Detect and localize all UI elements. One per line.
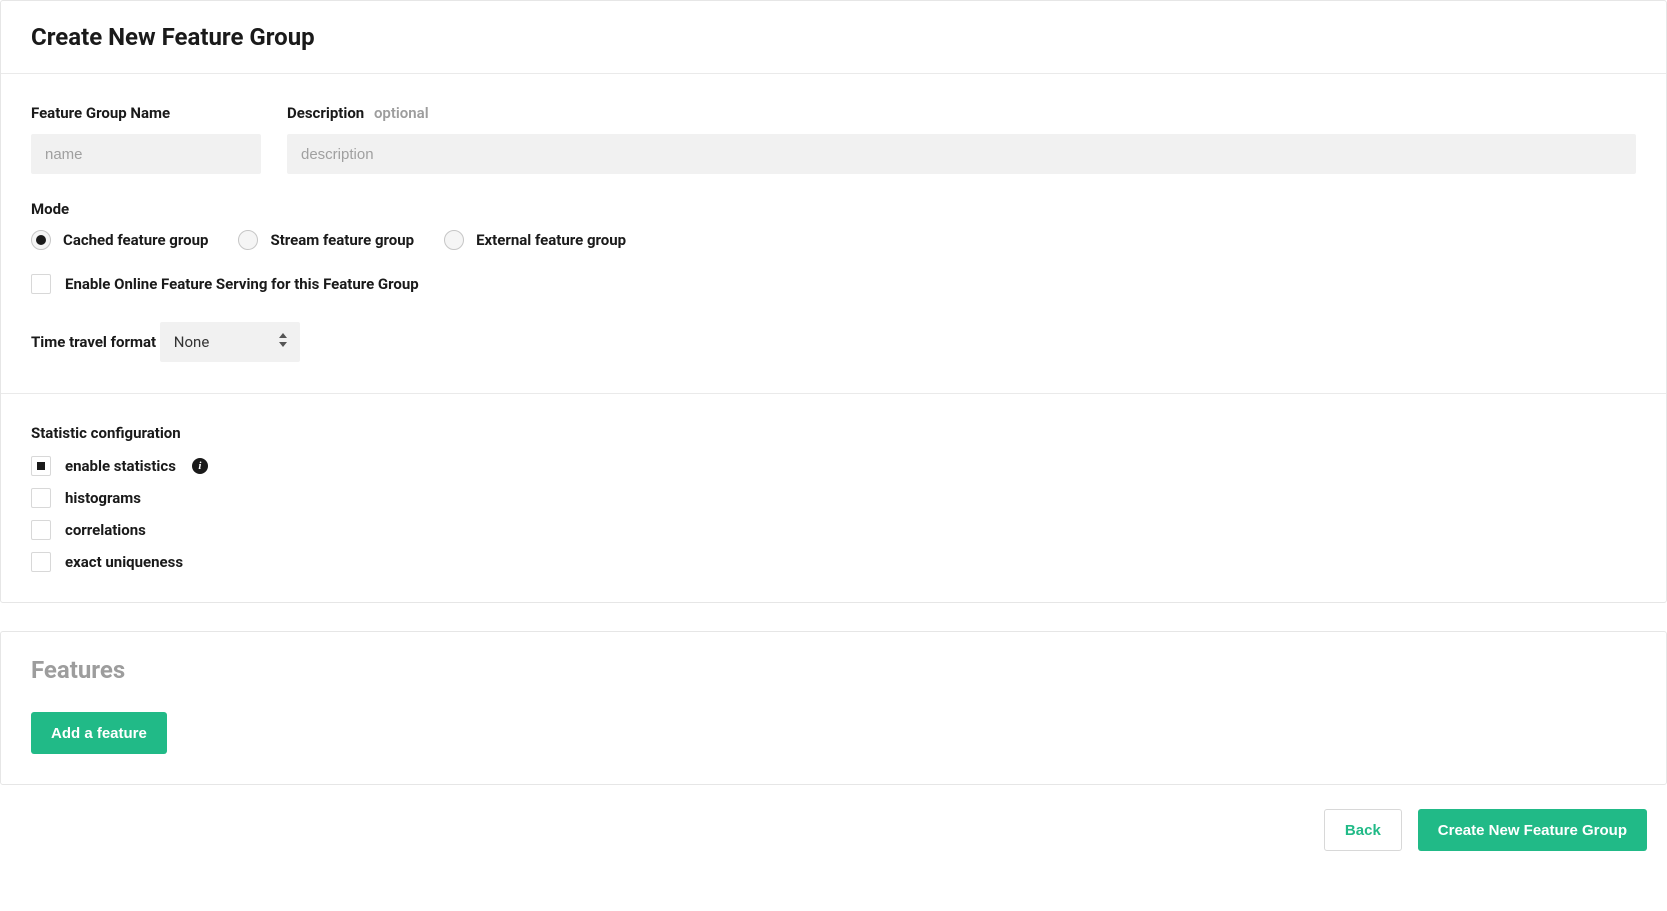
fg-desc-optional-tag: optional: [374, 104, 429, 122]
stat-exact-uniqueness[interactable]: exact uniqueness: [31, 552, 1636, 572]
fg-desc-label: Description: [287, 104, 364, 122]
mode-option-stream[interactable]: Stream feature group: [238, 230, 414, 250]
chevron-updown-icon: [278, 333, 288, 351]
stat-correlations[interactable]: correlations: [31, 520, 1636, 540]
radio-icon: [238, 230, 258, 250]
create-feature-group-card: Create New Feature Group Feature Group N…: [0, 0, 1667, 603]
fg-desc-input[interactable]: [287, 134, 1636, 174]
radio-icon: [444, 230, 464, 250]
stat-enable-statistics[interactable]: enable statistics i: [31, 456, 1636, 476]
create-feature-group-button[interactable]: Create New Feature Group: [1418, 809, 1647, 851]
mode-radio-group: Cached feature group Stream feature grou…: [31, 230, 1636, 250]
stat-label: exact uniqueness: [65, 553, 183, 571]
checkbox-icon: [31, 520, 51, 540]
info-icon[interactable]: i: [192, 458, 208, 474]
features-title: Features: [31, 656, 1636, 684]
page-title: Create New Feature Group: [31, 23, 1636, 51]
mode-option-cached[interactable]: Cached feature group: [31, 230, 208, 250]
mode-label: Mode: [31, 200, 69, 218]
mode-option-label: External feature group: [476, 231, 626, 249]
enable-online-label: Enable Online Feature Serving for this F…: [65, 275, 419, 293]
time-travel-value: None: [174, 333, 210, 351]
checkbox-icon: [31, 456, 51, 476]
stat-histograms[interactable]: histograms: [31, 488, 1636, 508]
checkbox-icon: [31, 274, 51, 294]
add-feature-button[interactable]: Add a feature: [31, 712, 167, 754]
enable-online-row[interactable]: Enable Online Feature Serving for this F…: [31, 274, 1636, 294]
radio-icon: [31, 230, 51, 250]
mode-option-label: Cached feature group: [63, 231, 208, 249]
stats-heading: Statistic configuration: [31, 424, 1636, 442]
back-button[interactable]: Back: [1324, 809, 1402, 851]
fg-name-input[interactable]: [31, 134, 261, 174]
mode-option-external[interactable]: External feature group: [444, 230, 626, 250]
checkbox-icon: [31, 488, 51, 508]
stat-label: enable statistics: [65, 457, 176, 475]
checkbox-icon: [31, 552, 51, 572]
fg-name-label: Feature Group Name: [31, 104, 170, 122]
mode-option-label: Stream feature group: [270, 231, 414, 249]
time-travel-label: Time travel format: [31, 333, 156, 351]
stats-section: Statistic configuration enable statistic…: [1, 394, 1666, 602]
footer-actions: Back Create New Feature Group: [0, 809, 1667, 851]
card-header: Create New Feature Group: [1, 1, 1666, 74]
features-card: Features Add a feature: [0, 631, 1667, 785]
time-travel-select[interactable]: None: [160, 322, 300, 362]
stat-label: correlations: [65, 521, 146, 539]
stat-label: histograms: [65, 489, 141, 507]
basic-info-section: Feature Group Name Description optional …: [1, 74, 1666, 394]
